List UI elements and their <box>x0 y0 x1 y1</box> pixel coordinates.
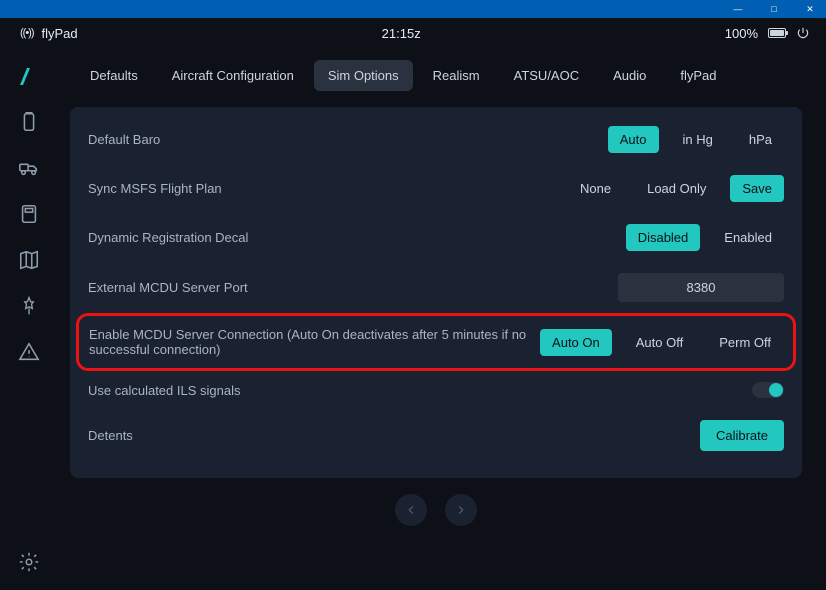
top-statusbar: ((•)) flyPad 21:15z 100% <box>0 18 826 48</box>
sidebar-atc[interactable] <box>15 292 43 320</box>
opt-baro-auto[interactable]: Auto <box>608 126 659 153</box>
broadcast-icon: ((•)) <box>20 27 34 39</box>
pager <box>70 494 802 526</box>
label-registration-decal: Dynamic Registration Decal <box>88 230 248 245</box>
tab-atsu-aoc[interactable]: ATSU/AOC <box>500 60 594 91</box>
opt-decal-enabled[interactable]: Enabled <box>712 224 784 251</box>
label-ils-signals: Use calculated ILS signals <box>88 383 240 398</box>
calibrate-button[interactable]: Calibrate <box>700 420 784 451</box>
tab-aircraft-configuration[interactable]: Aircraft Configuration <box>158 60 308 91</box>
power-icon[interactable] <box>796 26 810 40</box>
settings-tabs: Defaults Aircraft Configuration Sim Opti… <box>70 56 802 95</box>
window-titlebar: — □ ✕ <box>0 0 826 18</box>
opt-mcdu-perm-off[interactable]: Perm Off <box>707 329 783 356</box>
tab-sim-options[interactable]: Sim Options <box>314 60 413 91</box>
settings-panel: Default Baro Auto in Hg hPa Sync MSFS Fl… <box>70 107 802 478</box>
row-registration-decal: Dynamic Registration Decal Disabled Enab… <box>86 213 786 262</box>
opt-baro-hpa[interactable]: hPa <box>737 126 784 153</box>
label-default-baro: Default Baro <box>88 132 160 147</box>
row-sync-flight-plan: Sync MSFS Flight Plan None Load Only Sav… <box>86 164 786 213</box>
opt-decal-disabled[interactable]: Disabled <box>626 224 701 251</box>
sidebar-failures[interactable] <box>15 338 43 366</box>
next-page-button[interactable] <box>445 494 477 526</box>
sidebar-settings[interactable] <box>15 548 43 576</box>
input-mcdu-port[interactable]: 8380 <box>618 273 784 302</box>
opt-sync-none[interactable]: None <box>568 175 623 202</box>
tab-realism[interactable]: Realism <box>419 60 494 91</box>
close-button[interactable]: ✕ <box>798 2 822 16</box>
toggle-ils-signals[interactable] <box>752 382 784 398</box>
opt-sync-load-only[interactable]: Load Only <box>635 175 718 202</box>
sidebar-performance[interactable] <box>15 200 43 228</box>
row-ils-signals: Use calculated ILS signals <box>86 371 786 409</box>
minimize-button[interactable]: — <box>726 2 750 16</box>
opt-sync-save[interactable]: Save <box>730 175 784 202</box>
label-sync-flight-plan: Sync MSFS Flight Plan <box>88 181 222 196</box>
tab-audio[interactable]: Audio <box>599 60 660 91</box>
clock: 21:15z <box>78 26 725 41</box>
label-mcdu-connection: Enable MCDU Server Connection (Auto On d… <box>89 327 540 357</box>
row-mcdu-port: External MCDU Server Port 8380 <box>86 262 786 313</box>
tab-defaults[interactable]: Defaults <box>76 60 152 91</box>
battery-icon <box>768 28 786 38</box>
sidebar-dispatch[interactable] <box>15 108 43 136</box>
prev-page-button[interactable] <box>395 494 427 526</box>
content-area: Defaults Aircraft Configuration Sim Opti… <box>58 48 826 590</box>
maximize-button[interactable]: □ <box>762 2 786 16</box>
battery-percent: 100% <box>725 26 758 41</box>
sidebar-dashboard[interactable] <box>15 62 43 90</box>
opt-mcdu-auto-off[interactable]: Auto Off <box>624 329 695 356</box>
app-title: flyPad <box>42 26 78 41</box>
row-mcdu-connection: Enable MCDU Server Connection (Auto On d… <box>76 313 796 371</box>
opt-baro-inhg[interactable]: in Hg <box>671 126 725 153</box>
sidebar-navigation[interactable] <box>15 246 43 274</box>
row-detents: Detents Calibrate <box>86 409 786 462</box>
label-detents: Detents <box>88 428 133 443</box>
sidebar-ground[interactable] <box>15 154 43 182</box>
sidebar <box>0 48 58 590</box>
label-mcdu-port: External MCDU Server Port <box>88 280 248 295</box>
opt-mcdu-auto-on[interactable]: Auto On <box>540 329 612 356</box>
tab-flypad[interactable]: flyPad <box>666 60 730 91</box>
row-default-baro: Default Baro Auto in Hg hPa <box>86 115 786 164</box>
